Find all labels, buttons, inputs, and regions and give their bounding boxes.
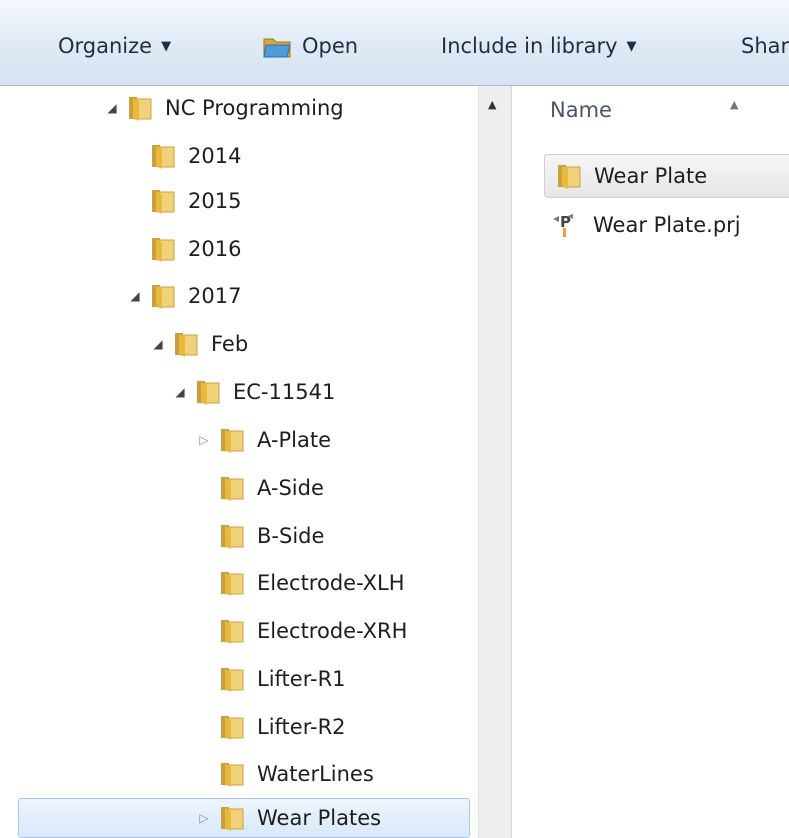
project-file-icon: P xyxy=(553,213,573,237)
tree-item-electrode-xrh[interactable]: Electrode-XRH xyxy=(196,611,407,651)
folder-icon xyxy=(152,190,175,214)
tree-item-label: WaterLines xyxy=(257,762,374,786)
folder-icon xyxy=(221,807,244,831)
tree-item-label: Feb xyxy=(211,332,249,356)
folder-icon xyxy=(152,145,175,169)
collapsed-arrow-icon[interactable]: ▷ xyxy=(196,433,212,447)
folder-icon xyxy=(558,165,581,189)
tree-item-2014[interactable]: 2014 xyxy=(127,136,241,176)
tree-item-b-side[interactable]: B-Side xyxy=(196,516,324,556)
folder-icon xyxy=(221,763,244,787)
tree-item-nc-programming[interactable]: ◢ NC Programming xyxy=(104,88,344,128)
share-label: Shar xyxy=(741,34,789,58)
share-button[interactable]: Shar xyxy=(741,30,789,62)
tree-item-label: 2016 xyxy=(188,237,242,261)
scroll-up-arrow-icon[interactable]: ▲ xyxy=(488,98,496,111)
organize-button[interactable]: Organize ▼ xyxy=(58,30,171,62)
tree-item-label: A-Side xyxy=(257,476,324,500)
tree-item-label: 2017 xyxy=(188,284,242,308)
folder-icon xyxy=(175,333,198,357)
file-item-label: Wear Plate.prj xyxy=(593,213,741,237)
expanded-arrow-icon[interactable]: ◢ xyxy=(172,385,188,399)
tree-item-ec-11541[interactable]: ◢ EC-11541 xyxy=(172,372,335,412)
open-button[interactable]: Open xyxy=(262,30,358,62)
tree-item-label: B-Side xyxy=(257,524,325,548)
tree-item-label: Electrode-XRH xyxy=(257,619,408,643)
folder-icon xyxy=(221,668,244,692)
folder-icon xyxy=(221,429,244,453)
include-label: Include in library xyxy=(441,34,618,58)
folder-icon xyxy=(221,525,244,549)
column-header-name[interactable]: Name ▲ xyxy=(550,98,738,122)
tree-item-2017[interactable]: ◢ 2017 xyxy=(127,276,241,316)
folder-icon xyxy=(152,238,175,262)
command-bar: Organize ▼ Open Include in library ▼ Sha… xyxy=(0,0,789,86)
collapsed-arrow-icon[interactable]: ▷ xyxy=(196,811,212,825)
tree-item-lifter-r1[interactable]: Lifter-R1 xyxy=(196,659,346,699)
tree-item-label: Lifter-R1 xyxy=(257,667,346,691)
dropdown-arrow-icon: ▼ xyxy=(161,38,172,54)
tree-item-label: NC Programming xyxy=(165,96,344,120)
tree-item-waterlines[interactable]: WaterLines xyxy=(196,754,374,794)
tree-item-a-side[interactable]: A-Side xyxy=(196,468,324,508)
tree-item-label: Wear Plates xyxy=(257,806,382,830)
organize-label: Organize xyxy=(58,34,153,58)
tree-item-2016[interactable]: 2016 xyxy=(127,229,241,269)
nav-scrollbar[interactable]: ▲ xyxy=(478,86,512,838)
include-in-library-button[interactable]: Include in library ▼ xyxy=(441,30,637,62)
folder-icon xyxy=(221,716,244,740)
tree-item-label: EC-11541 xyxy=(233,380,336,404)
file-list-pane: Name ▲ Wear Plate P Wear Plate.prj xyxy=(512,86,789,838)
expanded-arrow-icon[interactable]: ◢ xyxy=(150,337,166,351)
file-item-wear-plate-folder[interactable]: Wear Plate xyxy=(544,154,789,198)
folder-icon xyxy=(221,477,244,501)
folder-icon xyxy=(221,620,244,644)
tree-item-label: 2014 xyxy=(188,144,242,168)
tree-item-feb[interactable]: ◢ Feb xyxy=(150,324,248,364)
folder-icon xyxy=(152,285,175,309)
expanded-arrow-icon[interactable]: ◢ xyxy=(127,289,143,303)
navigation-pane: ◢ NC Programming 2014 2015 2016 ◢ 2017 ◢… xyxy=(0,86,478,838)
sort-arrow-icon: ▲ xyxy=(730,98,739,111)
folder-icon xyxy=(197,381,220,405)
open-folder-icon xyxy=(263,38,291,58)
folder-icon xyxy=(221,572,244,596)
tree-item-lifter-r2[interactable]: Lifter-R2 xyxy=(196,707,346,747)
tree-item-label: 2015 xyxy=(188,189,242,213)
column-header-label: Name xyxy=(550,98,612,122)
tree-item-label: Lifter-R2 xyxy=(257,715,346,739)
tree-item-electrode-xlh[interactable]: Electrode-XLH xyxy=(196,563,404,603)
tree-item-label: Electrode-XLH xyxy=(257,571,405,595)
file-item-label: Wear Plate xyxy=(594,164,708,188)
folder-icon xyxy=(129,97,152,121)
tree-item-2015[interactable]: 2015 xyxy=(127,181,241,221)
open-label: Open xyxy=(302,34,359,58)
tree-item-label: A-Plate xyxy=(257,428,332,452)
expanded-arrow-icon[interactable]: ◢ xyxy=(104,101,120,115)
dropdown-arrow-icon: ▼ xyxy=(626,38,637,54)
tree-item-a-plate[interactable]: ▷ A-Plate xyxy=(196,420,331,460)
file-item-wear-plate-prj[interactable]: P Wear Plate.prj xyxy=(544,203,741,247)
tree-item-wear-plates[interactable]: ▷ Wear Plates xyxy=(18,798,470,838)
